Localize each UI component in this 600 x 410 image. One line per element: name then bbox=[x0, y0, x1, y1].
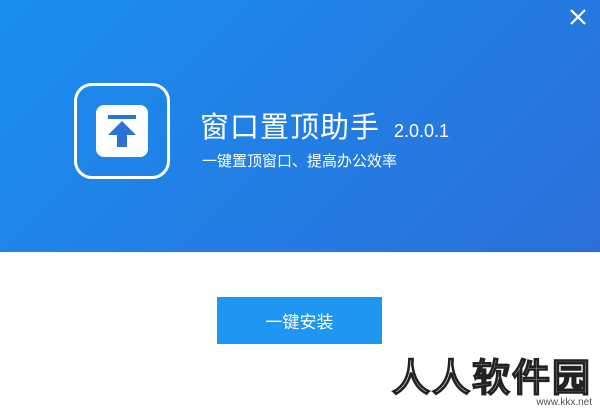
app-version: 2.0.0.1 bbox=[394, 121, 450, 141]
app-subtitle: 一键置顶窗口、提高办公效率 bbox=[202, 152, 398, 170]
close-button[interactable] bbox=[566, 5, 590, 29]
close-icon bbox=[570, 9, 586, 25]
install-button[interactable]: 一键安装 bbox=[217, 297, 382, 344]
logo-tile bbox=[96, 105, 148, 157]
app-logo bbox=[74, 83, 170, 179]
app-name: 窗口置顶助手 bbox=[200, 110, 381, 144]
watermark: 人人软件园 www.kkx.net bbox=[391, 355, 592, 408]
header-banner: 窗口置顶助手 2.0.0.1 一键置顶窗口、提高办公效率 bbox=[0, 0, 600, 252]
watermark-text: 人人软件园 bbox=[391, 355, 592, 400]
pin-to-top-icon bbox=[108, 115, 136, 147]
app-title: 窗口置顶助手 2.0.0.1 bbox=[200, 104, 449, 146]
